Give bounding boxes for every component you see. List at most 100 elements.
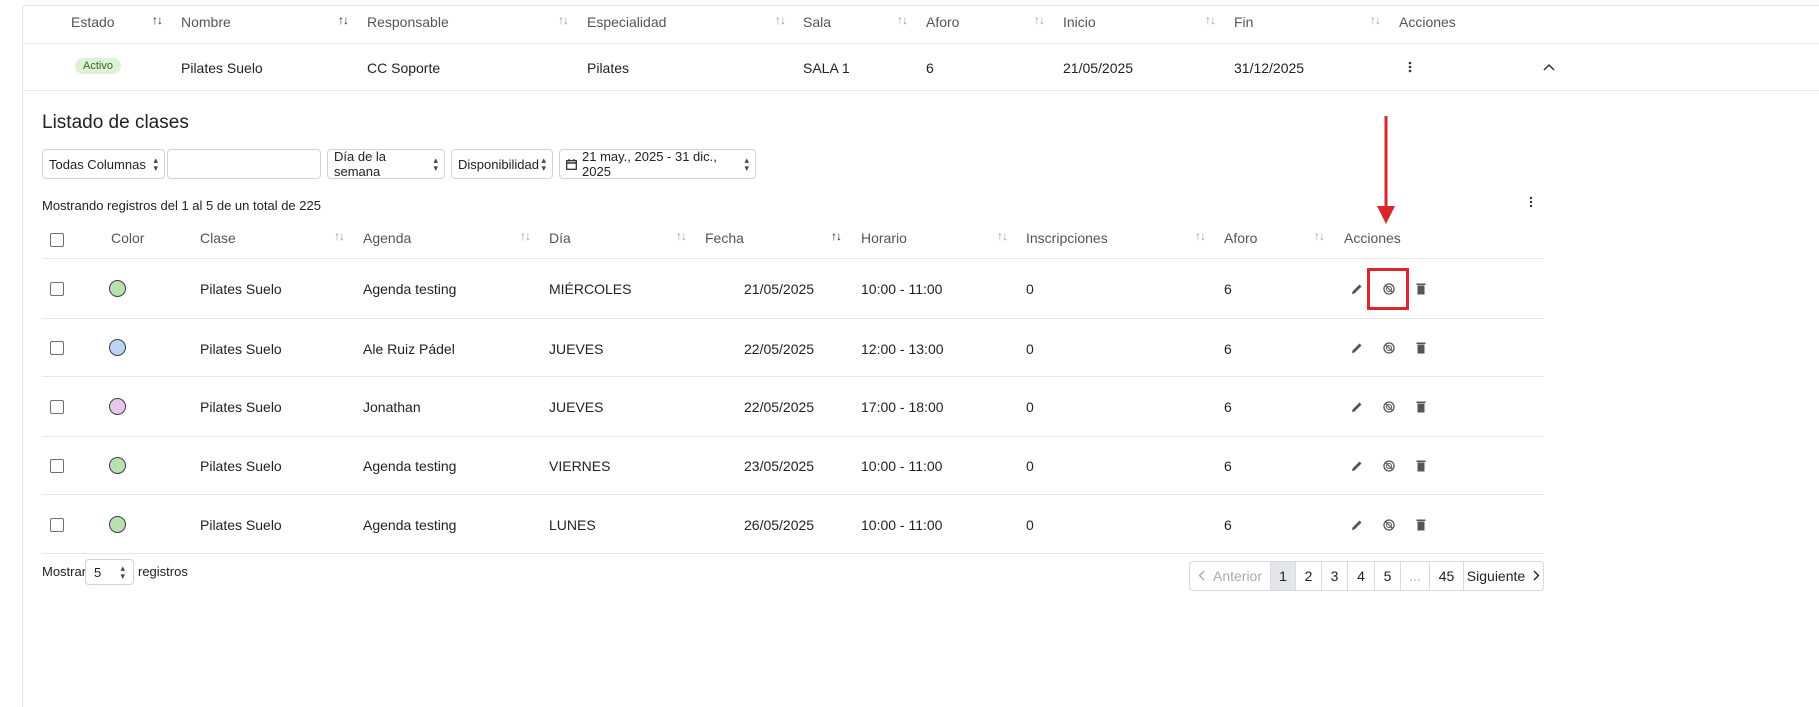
sort-icon[interactable]: ↑↓ (775, 13, 786, 27)
columns-select[interactable]: Todas Columnas ▴ ▾ (42, 149, 165, 179)
row-checkbox[interactable] (50, 400, 64, 414)
chevron-up-icon[interactable] (1541, 59, 1557, 75)
pagination-next-label: Siguiente (1466, 568, 1526, 584)
cell-dia: JUEVES (549, 399, 604, 415)
sort-icon[interactable]: ↑↓ (997, 229, 1008, 243)
color-dot (109, 398, 126, 415)
cancel-circle-icon[interactable] (1381, 517, 1397, 533)
sort-icon[interactable]: ↑↓ (831, 229, 842, 243)
header-inscripciones[interactable]: Inscripciones (1026, 230, 1108, 246)
select-all-checkbox[interactable] (50, 233, 64, 247)
weekday-select-value: Día de la semana (334, 149, 387, 179)
row-checkbox[interactable] (50, 518, 64, 532)
header-especialidad[interactable]: Especialidad (587, 14, 666, 30)
trash-icon[interactable] (1413, 458, 1429, 474)
divider (42, 494, 1544, 495)
cell-agenda: Agenda testing (363, 281, 457, 297)
pagination-next[interactable]: Siguiente (1463, 561, 1544, 591)
pagination-prev-label: Anterior (1212, 568, 1263, 584)
trash-icon[interactable] (1413, 281, 1429, 297)
page-size-select[interactable]: 5 ▴ ▾ (85, 559, 134, 585)
header-nombre[interactable]: Nombre (181, 14, 231, 30)
trash-icon[interactable] (1413, 340, 1429, 356)
page-size-value: 5 (94, 564, 102, 580)
sort-icon[interactable]: ↑↓ (897, 13, 908, 27)
weekday-select[interactable]: Día de la semana ▴ ▾ (327, 149, 445, 179)
course-fin: 31/12/2025 (1234, 60, 1305, 76)
pencil-icon[interactable] (1349, 340, 1365, 356)
cell-dia: MIÉRCOLES (549, 281, 632, 297)
pencil-icon[interactable] (1349, 399, 1365, 415)
cancel-circle-icon[interactable] (1381, 458, 1397, 474)
divider (22, 90, 1819, 91)
status-badge: Activo (75, 58, 121, 74)
cancel-circle-icon[interactable] (1381, 340, 1397, 356)
trash-icon[interactable] (1413, 399, 1429, 415)
sort-icon[interactable]: ↑↓ (1034, 13, 1045, 27)
course-sala: SALA 1 (803, 60, 850, 76)
cell-agenda: Jonathan (363, 399, 421, 415)
pagination-page[interactable]: 2 (1295, 561, 1321, 591)
cell-inscripciones: 0 (1026, 399, 1034, 415)
pagination-prev[interactable]: Anterior (1189, 561, 1270, 591)
cell-horario: 10:00 - 11:00 (861, 517, 943, 533)
pagination-page[interactable]: 4 (1347, 561, 1374, 591)
sort-icon[interactable]: ↑↓ (338, 13, 349, 27)
pencil-icon[interactable] (1349, 281, 1365, 297)
header-dia[interactable]: Día (549, 230, 571, 246)
kebab-icon[interactable] (1523, 194, 1539, 210)
date-range-picker[interactable]: 21 may., 2025 - 31 dic., 2025 ▴ ▾ (559, 149, 756, 179)
pagination-page[interactable]: 3 (1321, 561, 1347, 591)
sort-icon[interactable]: ↑↓ (1195, 229, 1206, 243)
trash-icon[interactable] (1413, 517, 1429, 533)
pagination-page[interactable]: 5 (1374, 561, 1400, 591)
header-aforo[interactable]: Aforo (1224, 230, 1257, 246)
cell-fecha: 22/05/2025 (744, 399, 815, 415)
header-aforo[interactable]: Aforo (926, 14, 959, 30)
header-fin[interactable]: Fin (1234, 14, 1253, 30)
sort-icon[interactable]: ↑↓ (676, 229, 687, 243)
course-aforo: 6 (926, 60, 934, 76)
pencil-icon[interactable] (1349, 458, 1365, 474)
header-fecha[interactable]: Fecha (705, 230, 744, 246)
select-caret-icon: ▴ ▾ (120, 563, 125, 581)
pagination-page[interactable]: 1 (1270, 561, 1295, 591)
cancel-circle-icon[interactable] (1381, 399, 1397, 415)
sort-icon[interactable]: ↑↓ (152, 13, 163, 27)
cell-horario: 17:00 - 18:00 (861, 399, 944, 415)
pagination-page[interactable]: 45 (1429, 561, 1463, 591)
row-checkbox[interactable] (50, 459, 64, 473)
divider (42, 436, 1544, 437)
header-estado[interactable]: Estado (71, 14, 115, 30)
sort-icon[interactable]: ↑↓ (334, 229, 345, 243)
cell-aforo: 6 (1224, 458, 1232, 474)
header-agenda[interactable]: Agenda (363, 230, 411, 246)
availability-select[interactable]: Disponibilidad ▴ ▾ (451, 149, 553, 179)
sort-icon[interactable]: ↑↓ (1314, 229, 1325, 243)
row-checkbox[interactable] (50, 341, 64, 355)
pencil-icon[interactable] (1349, 517, 1365, 533)
cell-horario: 10:00 - 11:00 (861, 281, 943, 297)
sort-icon[interactable]: ↑↓ (1205, 13, 1216, 27)
kebab-icon[interactable] (1402, 59, 1418, 75)
select-caret-icon: ▴ ▾ (153, 155, 158, 173)
page-number: 1 (1279, 568, 1287, 584)
cell-dia: JUEVES (549, 341, 604, 357)
records-label: registros (138, 564, 188, 579)
header-sala[interactable]: Sala (803, 14, 831, 30)
search-input[interactable] (167, 149, 321, 179)
page-number: 4 (1357, 568, 1365, 584)
cell-horario: 12:00 - 13:00 (861, 341, 944, 357)
sort-icon[interactable]: ↑↓ (520, 229, 531, 243)
sort-icon[interactable]: ↑↓ (558, 13, 569, 27)
header-clase[interactable]: Clase (200, 230, 236, 246)
header-responsable[interactable]: Responsable (367, 14, 449, 30)
header-horario[interactable]: Horario (861, 230, 907, 246)
header-inicio[interactable]: Inicio (1063, 14, 1096, 30)
select-caret-icon: ▴ ▾ (744, 155, 749, 173)
page-number: 45 (1438, 568, 1455, 584)
color-dot (109, 457, 126, 474)
ellipsis: ... (1409, 568, 1421, 584)
sort-icon[interactable]: ↑↓ (1370, 13, 1381, 27)
row-checkbox[interactable] (50, 282, 64, 296)
